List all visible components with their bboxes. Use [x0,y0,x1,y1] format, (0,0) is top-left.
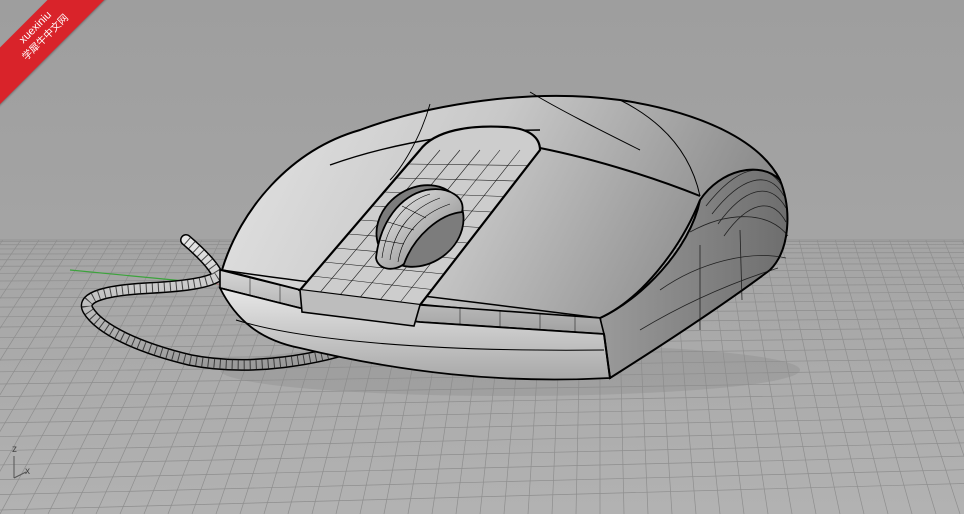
viewport-scene [0,91,964,514]
axis-label-z: z [12,444,17,455]
perspective-viewport[interactable]: xuexiniu 学犀牛中文网 z x [0,0,964,514]
axis-label-x: x [25,466,30,477]
